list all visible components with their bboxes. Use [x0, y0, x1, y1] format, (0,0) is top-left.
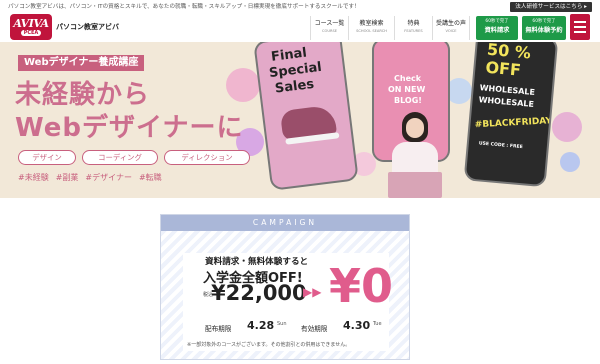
nav-features[interactable]: 特典 FEATURES	[394, 16, 432, 40]
request-materials-button[interactable]: 60秒で完了 資料請求	[476, 16, 518, 40]
aviva-logo[interactable]: AVIVA PCEA	[10, 14, 52, 40]
hashtag: #副業	[55, 173, 79, 182]
valid-label: 有効期限	[301, 325, 328, 333]
period-value: 4.28	[247, 319, 275, 332]
phone-mockup-sales: Final Special Sales	[253, 42, 359, 191]
site-tagline: パソコン教室アビバは、パソコン・ITの資格とスキルで、あなたの就職・転職・スキル…	[8, 4, 360, 10]
nav-school-search-sublabel: SCHOOL SEARCH	[356, 29, 387, 33]
nav-school-search-label: 教室検索	[359, 20, 384, 27]
chip-direction: ディレクション	[164, 150, 250, 165]
phone-text: OFF	[484, 57, 522, 80]
request-materials-label: 資料請求	[484, 27, 510, 34]
brand-name[interactable]: パソコン教室アビバ	[56, 22, 119, 32]
nav-features-label: 特典	[407, 20, 420, 27]
phone-text: WHOLESALE	[479, 83, 536, 98]
campaign-body: 資料請求・無料体験すると 入学金全額OFF! 税込 ¥22,000 ▶▶ ¥0 …	[161, 231, 409, 359]
phone-text: Sales	[274, 76, 315, 97]
logo-text: AVIVA	[13, 17, 49, 30]
hero-title-line1: 未経験から	[15, 80, 151, 110]
valid-day: Tue	[373, 321, 382, 327]
campaign-heading: CAMPAIGN	[161, 215, 409, 231]
decor-bubble	[560, 152, 580, 172]
decor-bubble	[552, 112, 582, 142]
hero-banner[interactable]: Webデザイナー養成講座 未経験から Webデザイナーに デザイン コーディング…	[0, 42, 600, 198]
campaign-banner[interactable]: CAMPAIGN 資料請求・無料体験すると 入学金全額OFF! 税込 ¥22,0…	[160, 214, 410, 360]
nav-voice-label: 受講生の声	[435, 20, 466, 27]
nav-voice-sublabel: VOICE	[445, 29, 457, 33]
price-after: ¥0	[329, 259, 394, 313]
nav-voice[interactable]: 受講生の声 VOICE	[432, 16, 470, 40]
chip-design: デザイン	[18, 150, 76, 165]
price-before: ¥22,000	[211, 281, 307, 305]
phone-text: Check	[394, 74, 422, 83]
campaign-card: 資料請求・無料体験すると 入学金全額OFF! 税込 ¥22,000 ▶▶ ¥0 …	[183, 253, 393, 351]
phone-text: BLOG!	[394, 96, 422, 105]
decor-bubble	[226, 68, 260, 102]
nav-course[interactable]: コース一覧 COURSE	[310, 16, 348, 40]
arrow-right-icon: ▶▶	[303, 285, 322, 299]
period-label: 配布期限	[205, 325, 232, 333]
hashtag: #未経験	[18, 173, 49, 182]
hero-title-line2: Webデザイナーに	[15, 113, 244, 143]
free-trial-button[interactable]: 60秒で完了 無料体験予約	[522, 16, 566, 40]
request-materials-note: 60秒で完了	[485, 19, 509, 24]
campaign-line1: 資料請求・無料体験すると	[205, 257, 309, 267]
chip-coding: コーディング	[82, 150, 158, 165]
phone-mockup-blackfriday: 50 % OFF WHOLESALE WHOLESALE #BLACKFRIDA…	[463, 42, 559, 188]
skill-chips: デザイン コーディング ディレクション	[18, 150, 250, 165]
phone-text: ON NEW	[388, 85, 426, 94]
nav-course-sublabel: COURSE	[321, 29, 338, 33]
main-nav: コース一覧 COURSE 教室検索 SCHOOL SEARCH 特典 FEATU…	[310, 16, 470, 40]
laptop	[388, 172, 442, 198]
logo-subtext: PCEA	[20, 30, 42, 36]
course-badge: Webデザイナー養成講座	[18, 55, 145, 71]
corporate-training-link[interactable]: 法人研修サービスはこちら ▸	[510, 2, 592, 12]
phone-text: USE CODE : FREE	[478, 141, 523, 151]
hashtag: #転職	[138, 173, 162, 182]
phone-text: WHOLESALE	[478, 95, 535, 109]
free-trial-note: 60秒で完了	[532, 19, 556, 24]
campaign-note: ※一部対象外のコースがございます。その他割引との併用はできません。	[187, 342, 351, 348]
nav-school-search[interactable]: 教室検索 SCHOOL SEARCH	[348, 16, 394, 40]
period-day: Sun	[277, 321, 287, 327]
student-face	[406, 118, 424, 138]
valid-value: 4.30	[343, 319, 371, 332]
nav-features-sublabel: FEATURES	[404, 29, 423, 33]
menu-icon[interactable]	[570, 14, 590, 40]
site-header: AVIVA PCEA パソコン教室アビバ コース一覧 COURSE 教室検索 S…	[0, 12, 600, 42]
phone-text: #BLACKFRIDAY	[474, 116, 553, 131]
hashtag: #デザイナー	[85, 173, 132, 182]
hashtag-list: #未経験 #副業 #デザイナー #転職	[18, 172, 162, 183]
nav-course-label: コース一覧	[314, 20, 345, 27]
student-photo	[386, 112, 444, 198]
free-trial-label: 無料体験予約	[525, 27, 563, 34]
